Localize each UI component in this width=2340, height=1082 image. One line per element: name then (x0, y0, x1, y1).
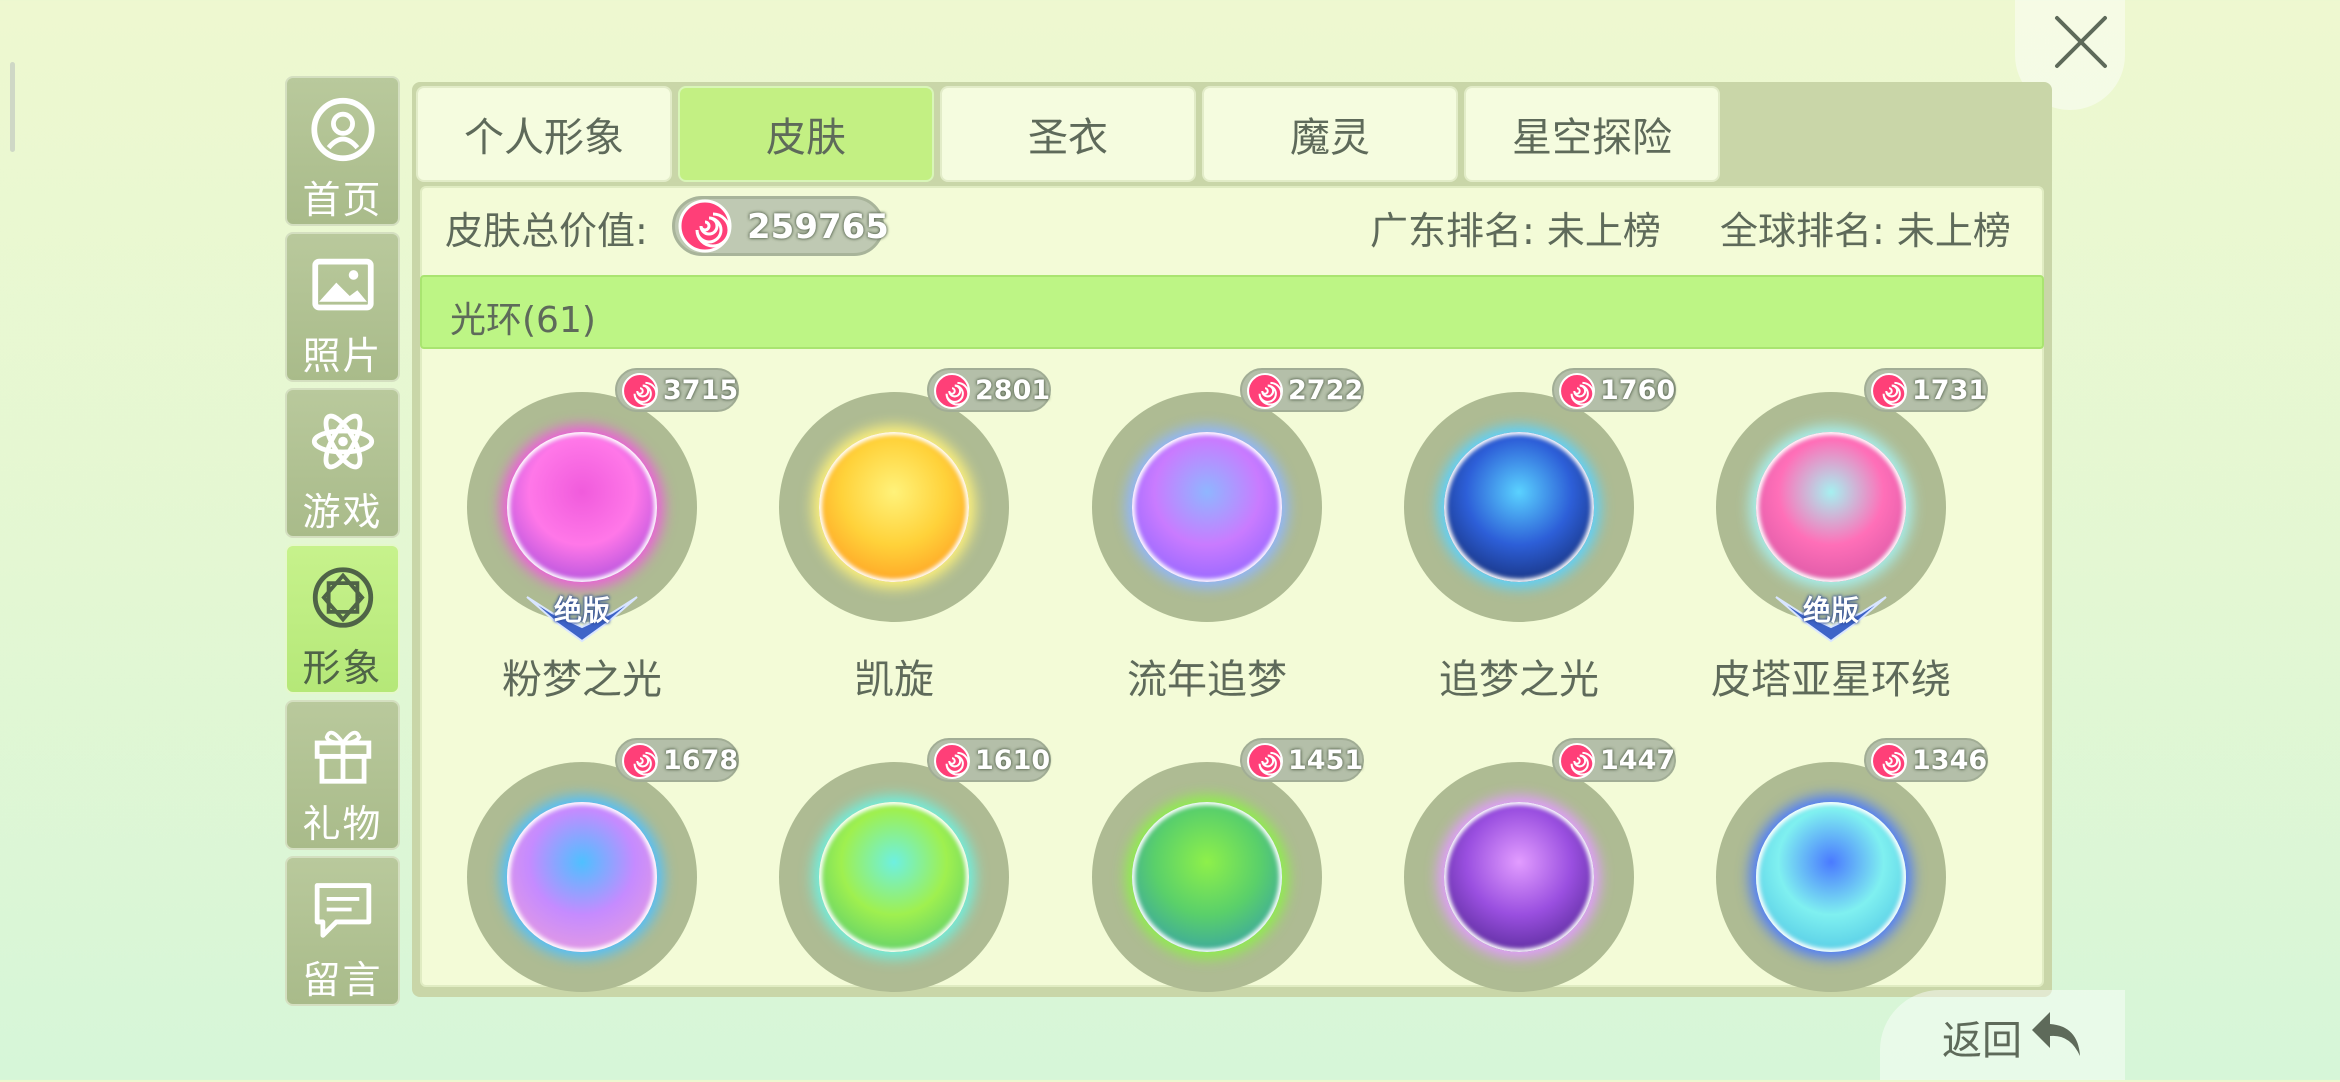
halo-item[interactable]: 1447 (1367, 738, 1676, 1082)
message-icon (314, 883, 371, 938)
tab-holy-cloth[interactable]: 圣衣 (940, 86, 1196, 182)
item-price-badge: 1447 (1552, 738, 1676, 782)
candy-icon (621, 742, 659, 784)
sidebar-item-label: 留言 (302, 958, 383, 1002)
candy-icon (1246, 742, 1284, 784)
category-header[interactable]: 光环(61) (420, 275, 2044, 349)
halo-item[interactable]: 1731 绝版皮塔亚星环绕 (1679, 368, 1988, 712)
candy-icon (933, 372, 971, 414)
skin-total-value-badge: 259765 (672, 196, 889, 256)
item-price: 3715 (663, 375, 739, 406)
item-price: 1451 (1288, 745, 1364, 776)
limited-edition-badge: 绝版 (1766, 587, 1896, 643)
halo-item[interactable]: 2801 凯旋 (742, 368, 1051, 712)
halo-preview (1756, 802, 1906, 952)
candy-icon (678, 199, 732, 253)
halo-item[interactable]: 2722 流年追梦 (1055, 368, 1364, 712)
item-price-badge: 2801 (927, 368, 1051, 412)
sidebar-item-label: 照片 (302, 334, 383, 378)
photo-icon (311, 258, 374, 311)
close-icon (2055, 16, 2107, 68)
halo-item[interactable]: 1760 追梦之光 (1367, 368, 1676, 712)
item-price-badge: 3715 (615, 368, 739, 412)
sidebar-item-gifts[interactable]: 礼物 (285, 700, 400, 850)
item-price: 1760 (1600, 375, 1676, 406)
tab-personal-image[interactable]: 个人形象 (416, 86, 672, 182)
category-label: 光环(61) (450, 300, 596, 341)
candy-icon (1558, 372, 1596, 414)
item-price: 1610 (975, 745, 1051, 776)
candy-icon (933, 742, 971, 784)
tab-skin[interactable]: 皮肤 (678, 86, 934, 182)
diamond-icon (312, 567, 373, 628)
halo-item[interactable]: 1610 (742, 738, 1051, 1082)
item-price-badge: 1346 (1864, 738, 1988, 782)
item-price-badge: 2722 (1240, 368, 1364, 412)
sidebar-item-messages[interactable]: 留言 (285, 856, 400, 1006)
item-price-badge: 1610 (927, 738, 1051, 782)
item-price: 1447 (1600, 745, 1676, 776)
sidebar-item-label: 首页 (302, 178, 383, 222)
item-price: 2722 (1288, 375, 1364, 406)
candy-icon (621, 372, 659, 414)
item-price: 2801 (975, 375, 1051, 406)
sidebar-item-appearance[interactable]: 形象 (285, 544, 400, 694)
sidebar-item-games[interactable]: 游戏 (285, 388, 400, 538)
item-name: 粉梦之光 (502, 657, 662, 703)
badge-label: 绝版 (553, 594, 610, 627)
item-price-badge: 1731 (1864, 368, 1988, 412)
item-name: 皮塔亚星环绕 (1711, 657, 1951, 703)
candy-icon (1246, 372, 1284, 414)
halo-item[interactable]: 3715 绝版粉梦之光 (430, 368, 739, 712)
back-label: 返回 (1942, 1018, 2022, 1064)
atom-icon (311, 413, 374, 470)
item-price: 1731 (1912, 375, 1988, 406)
halo-preview (507, 432, 657, 582)
halo-preview (1444, 432, 1594, 582)
guangdong-rank: 广东排名: 未上榜 (1370, 209, 1661, 253)
item-price: 1678 (663, 745, 739, 776)
sidebar-item-label: 礼物 (302, 802, 383, 846)
halo-preview (1132, 432, 1282, 582)
gift-icon (314, 730, 371, 784)
halo-item[interactable]: 1451 (1055, 738, 1364, 1082)
item-name: 流年追梦 (1127, 657, 1287, 703)
item-price-badge: 1451 (1240, 738, 1364, 782)
candy-icon (1870, 742, 1908, 784)
edge-indicator (10, 62, 15, 152)
halo-item[interactable]: 1678 (430, 738, 739, 1082)
return-arrow-icon (2032, 1012, 2080, 1056)
sidebar-item-label: 形象 (302, 646, 383, 690)
candy-icon (1558, 742, 1596, 784)
item-price-badge: 1678 (615, 738, 739, 782)
sidebar-item-label: 游戏 (302, 490, 383, 534)
halo-preview (1756, 432, 1906, 582)
item-name: 追梦之光 (1439, 657, 1599, 703)
skin-total-label: 皮肤总价值: (445, 209, 648, 253)
back-button[interactable]: 返回 (1880, 990, 2125, 1080)
skin-total-value: 259765 (747, 207, 889, 247)
halo-preview (819, 802, 969, 952)
tab-demon-spirit[interactable]: 魔灵 (1202, 86, 1458, 182)
halo-preview (1132, 802, 1282, 952)
global-rank: 全球排名: 未上榜 (1720, 209, 2011, 253)
halo-preview (1444, 802, 1594, 952)
tab-star-exploration[interactable]: 星空探险 (1464, 86, 1720, 182)
profile-icon (310, 97, 375, 162)
halo-preview (507, 802, 657, 952)
sidebar-item-photos[interactable]: 照片 (285, 232, 400, 382)
item-price: 1346 (1912, 745, 1988, 776)
badge-label: 绝版 (1802, 594, 1859, 627)
sidebar-item-home[interactable]: 首页 (285, 76, 400, 226)
limited-edition-badge: 绝版 (517, 587, 647, 643)
item-price-badge: 1760 (1552, 368, 1676, 412)
item-name: 凯旋 (854, 657, 934, 703)
halo-preview (819, 432, 969, 582)
candy-icon (1870, 372, 1908, 414)
